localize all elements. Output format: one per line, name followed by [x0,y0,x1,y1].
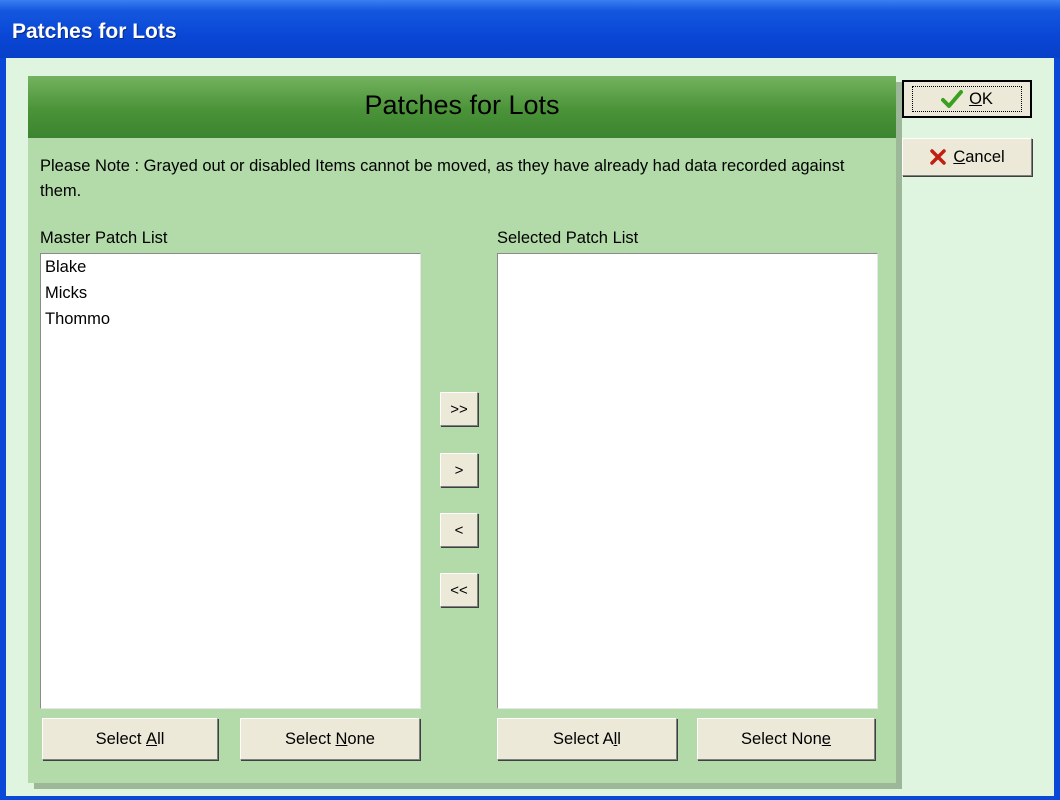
button-label-prefix: Select Non [741,729,822,748]
remove-selected-button[interactable]: < [440,513,478,547]
window-title: Patches for Lots [12,20,177,43]
button-label-prefix: Select [95,729,147,748]
button-label-accelerator: A [146,729,158,748]
add-selected-button[interactable]: > [440,453,478,487]
button-label-accelerator: C [953,147,966,166]
note-text: Please Note : Grayed out or disabled Ite… [40,157,845,200]
master-list-label: Master Patch List [40,229,168,247]
title-bar[interactable]: Patches for Lots [0,0,1060,58]
button-label-prefix: Select A [553,729,614,748]
button-label-suffix: one [347,729,375,748]
button-label-suffix: ll [157,729,165,748]
button-label-suffix: l [617,729,621,748]
selected-select-all-button[interactable]: Select All [497,718,677,760]
add-all-button[interactable]: >> [440,392,478,426]
remove-all-button[interactable]: << [440,573,478,607]
cancel-button[interactable]: Cancel [902,138,1032,176]
dialog-client-area: Patches for Lots Please Note : Grayed ou… [6,58,1054,796]
button-label-accelerator: N [335,729,348,748]
selected-select-none-button[interactable]: Select Non e [697,718,875,760]
master-select-none-button[interactable]: Select None [240,718,420,760]
master-select-all-button[interactable]: Select All [42,718,218,760]
ok-button[interactable]: OK [902,80,1032,118]
selected-patch-list[interactable] [497,253,878,709]
panel-header: Patches for Lots [28,76,896,138]
list-item[interactable]: Thommo [41,306,420,332]
button-label-suffix: ancel [965,147,1005,166]
dialog-window: Patches for Lots Patches for Lots Please… [0,0,1060,800]
list-item[interactable]: Blake [41,254,420,280]
list-item[interactable]: Micks [41,280,420,306]
selected-list-label: Selected Patch List [497,229,639,247]
master-patch-list[interactable]: Blake Micks Thommo [40,253,421,709]
x-icon [929,148,947,166]
button-label-prefix: Select [285,729,336,748]
panel-title: Patches for Lots [364,90,560,120]
patches-panel: Patches for Lots Please Note : Grayed ou… [28,76,896,783]
focus-rect [912,86,1022,112]
button-label-accelerator: e [821,729,831,748]
